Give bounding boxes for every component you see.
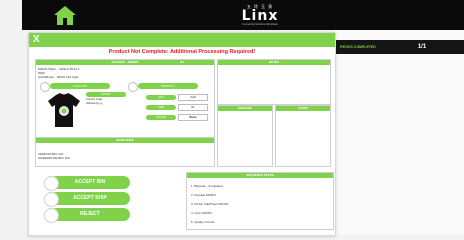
barcodes-panel: BARCODES VENDOR BIN: N/A WAREHOUSE BIN: … [35,137,215,167]
brand-word: Linx [241,8,279,24]
location-radio[interactable] [40,82,50,92]
sku-label: SKU [146,95,176,100]
barcodes-header: BARCODES [36,138,214,143]
sequence-step: 1. Barcode - Completed [191,184,223,188]
designs-panel: DESIGNS [217,105,273,167]
sequence-step: 2. Pretreat FRONT [191,193,217,197]
designs-header: DESIGNS [218,106,272,111]
progress-bar: PIECES COMPLETED 1/1 [334,40,464,54]
brand-tagline: Connecting Solutions Worldwide [242,23,278,26]
size-label: SIZE [146,105,176,110]
accept-ship-button[interactable]: ACCEPT SHIP [50,192,130,205]
sequence-step: 5. Quality Control [191,220,215,224]
product-radio[interactable] [128,82,138,92]
home-icon[interactable] [54,6,76,25]
size-value: XL [178,104,208,111]
tshirt-image [46,92,82,128]
sequence-header: SEQUENCE STEPS [187,173,333,178]
order-panel-header: BUILDER · ORDER 0/1 [36,60,214,65]
order-header-label: BUILDER · ORDER [111,60,139,64]
top-bar: 五 玲 玉 泉 Linx Connecting Solutions Worldw… [22,0,464,30]
order-line3: QuickBrown · #0001 F10 Fg2c [38,75,79,79]
sequence-steps-panel: SEQUENCE STEPS 1. Barcode - Completed 2.… [186,172,334,230]
sequence-step: 4. Cure FRONT [191,211,213,215]
accept-bin-button[interactable]: ACCEPT BIN [50,176,130,189]
product-pill: PRODUCT [138,83,198,89]
dialog-titlebar: X [29,33,335,47]
brand-logo: 五 玲 玉 泉 Linx Connecting Solutions Worldw… [232,4,288,28]
close-icon[interactable]: X [33,34,40,45]
reject-button[interactable]: REJECT [50,208,130,221]
color-value: Black [178,114,208,121]
order-page: 0/1 [179,60,184,64]
progress-label: PIECES COMPLETED [340,45,376,49]
notes-header: NOTES [218,60,330,65]
right-panel [334,30,464,234]
location-text: ICE/Ice(s) g [86,101,102,105]
tshirt-icon [48,93,80,127]
progress-count: 1/1 [417,44,427,50]
sku-value: C12 [178,94,208,101]
color-label: COLOR [146,115,176,120]
alert-message: Product Not Complete: Additional Process… [108,49,256,55]
notes-panel: NOTES [217,59,331,105]
location-pill: LOCATION [50,83,110,89]
steps-panel: STEPS [275,105,331,167]
reject-toggle[interactable] [44,208,59,223]
sequence-step: 3. Printer ICE/Press FRONT [191,202,229,206]
steps-header: STEPS [276,106,330,111]
barcode-line2: WAREHOUSE BIN: N/A [38,156,71,160]
app-screen: 五 玲 玉 泉 Linx Connecting Solutions Worldw… [0,0,464,240]
accept-ship-toggle[interactable] [44,192,59,207]
accept-bin-toggle[interactable] [44,176,59,191]
